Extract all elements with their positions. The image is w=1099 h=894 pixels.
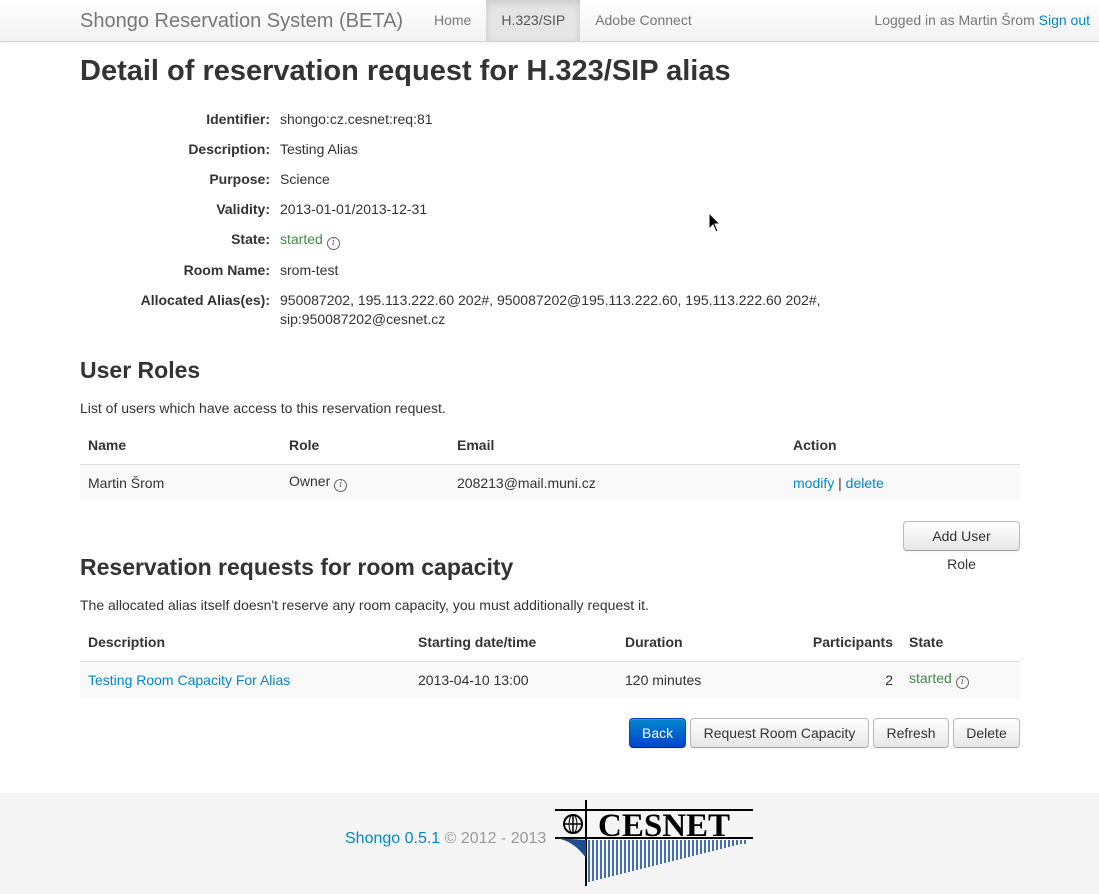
table-row: Testing Room Capacity For Alias 2013-04-… [80,660,1020,698]
user-role-cell: Owner i [281,463,449,501]
copyright-text: © 2012 - 2013 [444,830,547,847]
capacity-state-cell: started i [901,660,1020,698]
column-header: Participants [747,624,901,662]
cesnet-logo-icon: CESNET [555,800,753,886]
validity-value: 2013-01-01/2013-12-31 [280,201,428,217]
capacity-participants-cell: 2 [747,660,901,698]
version-link[interactable]: Shongo 0.5.1 [345,830,440,847]
brand-title[interactable]: Shongo Reservation System (BETA) [80,10,403,33]
detail-state: State: started i [80,230,880,250]
column-header: Starting date/time [410,624,617,662]
aliases-value: 950087202, 195.113.222.60 202#, 95008720… [280,291,880,329]
room-name-label: Room Name: [183,262,270,278]
capacity-description: The allocated alias itself doesn't reser… [80,597,649,613]
add-user-role-button[interactable]: Add User Role [903,521,1020,572]
identifier-label: Identifier: [206,111,270,127]
column-header: Name [80,427,281,465]
table-row: Martin Šrom Owner i 208213@mail.muni.cz m… [80,463,1020,501]
column-header: State [901,624,1020,662]
capacity-request-link[interactable]: Testing Room Capacity For Alias [88,672,290,688]
description-value: Testing Alias [280,141,358,157]
identifier-value: shongo:cz.cesnet:req:81 [280,111,433,127]
top-navbar: Shongo Reservation System (BETA) Home H.… [0,0,1099,42]
capacity-duration-cell: 120 minutes [617,660,747,698]
aliases-label: Allocated Alias(es): [140,292,270,308]
detail-purpose: Purpose: Science [80,170,880,189]
column-header: Email [449,427,785,465]
aliases-line-2: sip:950087202@cesnet.cz [280,311,446,327]
room-name-value: srom-test [280,262,339,278]
request-details: Identifier: shongo:cz.cesnet:req:81 Desc… [80,110,880,340]
table-header-row: Description Starting date/time Duration … [80,624,1020,662]
logo-lettering: CESNET [598,808,730,844]
nav-item-adobe-connect[interactable]: Adobe Connect [580,0,707,41]
detail-room-name: Room Name: srom-test [80,261,880,280]
column-header: Description [80,624,410,662]
user-roles-heading: User Roles [80,357,201,383]
capacity-description-cell: Testing Room Capacity For Alias [80,660,410,698]
user-status: Logged in as Martin Šrom Sign out [874,0,1090,41]
user-roles-table: Name Role Email Action Martin Šrom Owner… [80,427,1020,501]
detail-identifier: Identifier: shongo:cz.cesnet:req:81 [80,110,880,129]
detail-aliases: Allocated Alias(es): 950087202, 195.113.… [80,291,880,329]
state-value: started [280,231,323,247]
state-cell: started i [280,230,880,250]
user-action-cell: modify | delete [785,463,1020,501]
info-icon[interactable]: i [334,479,348,493]
detail-validity: Validity: 2013-01-01/2013-12-31 [80,200,880,219]
purpose-label: Purpose: [209,171,270,187]
footer-text: Shongo 0.5.1 © 2012 - 2013 [345,830,546,848]
page-title: Detail of reservation request for H.323/… [80,55,731,87]
capacity-state: started [909,670,952,687]
user-roles-description: List of users which have access to this … [80,400,446,416]
main-nav: Home H.323/SIP Adobe Connect [419,0,707,41]
refresh-button[interactable]: Refresh [873,718,949,748]
delete-button[interactable]: Delete [953,718,1020,748]
table-header-row: Name Role Email Action [80,427,1020,465]
request-room-capacity-button[interactable]: Request Room Capacity [690,718,869,748]
sign-out-link[interactable]: Sign out [1039,12,1090,28]
detail-description: Description: Testing Alias [80,140,880,159]
column-header: Role [281,427,449,465]
user-name-cell: Martin Šrom [80,463,281,501]
action-separator: | [838,474,842,491]
capacity-heading: Reservation requests for room capacity [80,554,514,580]
user-email-cell: 208213@mail.muni.cz [449,463,785,501]
capacity-table: Description Starting date/time Duration … [80,624,1020,698]
logged-in-text: Logged in as Martin Šrom [874,12,1035,28]
info-icon[interactable]: i [955,676,969,690]
purpose-value: Science [280,171,330,187]
nav-item-h323-sip[interactable]: H.323/SIP [486,0,581,41]
delete-link[interactable]: delete [846,475,884,491]
aliases-line-1: 950087202, 195.113.222.60 202#, 95008720… [280,292,821,308]
validity-label: Validity: [216,201,270,217]
logo-wedge [555,838,586,858]
user-role: Owner [289,473,331,490]
description-label: Description: [188,141,270,157]
mouse-cursor-icon [708,212,722,233]
footer: Shongo 0.5.1 © 2012 - 2013 CESNET [0,793,1099,894]
modify-link[interactable]: modify [793,475,834,491]
back-button[interactable]: Back [629,718,686,748]
state-label: State: [231,231,270,247]
nav-item-home[interactable]: Home [419,0,486,41]
info-icon[interactable]: i [326,237,340,250]
column-header: Action [785,427,1020,465]
column-header: Duration [617,624,747,662]
capacity-start-cell: 2013-04-10 13:00 [410,660,617,698]
